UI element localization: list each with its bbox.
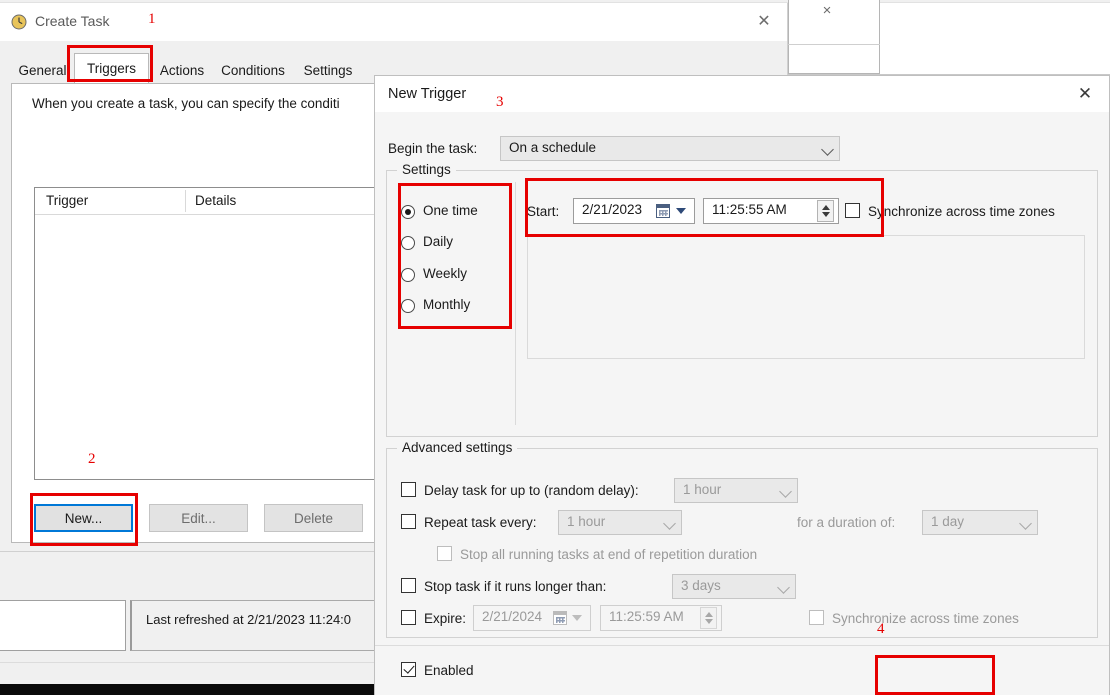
background-close-icon-a[interactable]: ×: [817, 2, 837, 20]
calendar-dropdown-icon[interactable]: [676, 208, 686, 214]
expire-sync-checkbox[interactable]: [809, 610, 824, 625]
start-time-field[interactable]: 11:25:55 AM: [703, 198, 839, 224]
delete-trigger-button[interactable]: Delete: [264, 504, 363, 532]
settings-group-title: Settings: [397, 162, 456, 177]
calendar-icon-expire[interactable]: [553, 611, 567, 625]
tab-conditions[interactable]: Conditions: [213, 58, 293, 83]
chevron-down-icon-delay: [779, 485, 792, 498]
new-trigger-title: New Trigger: [388, 86, 467, 102]
edit-trigger-button[interactable]: Edit...: [149, 504, 248, 532]
stop-task-select[interactable]: 3 days: [672, 574, 796, 599]
radio-daily-label: Daily: [423, 234, 454, 249]
delay-task-value: 1 hour: [683, 482, 722, 497]
stop-task-value: 3 days: [681, 578, 721, 593]
clock-icon: [11, 14, 27, 30]
delay-task-select[interactable]: 1 hour: [674, 478, 798, 503]
repeat-task-label: Repeat task every:: [424, 515, 537, 530]
chevron-down-icon: [821, 143, 834, 156]
annotation-number-3: 3: [496, 94, 504, 110]
repeat-task-checkbox[interactable]: [401, 514, 416, 529]
screen-root: × × Last refreshed at 2/21/2023 11:24:0 …: [0, 0, 1110, 695]
calendar-dropdown-icon-expire[interactable]: [572, 615, 582, 621]
repeat-duration-label: for a duration of:: [797, 515, 896, 530]
radio-monthly[interactable]: [401, 299, 415, 313]
repeat-interval-value: 1 hour: [567, 514, 606, 529]
expire-time-value: 11:25:59 AM: [609, 609, 684, 624]
begin-task-value: On a schedule: [509, 140, 597, 155]
spinner-down-icon[interactable]: [822, 212, 830, 217]
enabled-checkbox[interactable]: [401, 662, 416, 677]
repeat-duration-select[interactable]: 1 day: [922, 510, 1038, 535]
start-time-value: 11:25:55 AM: [712, 202, 787, 217]
tab-settings[interactable]: Settings: [293, 58, 363, 83]
radio-monthly-label: Monthly: [423, 297, 471, 312]
column-divider: [185, 190, 186, 212]
new-trigger-body: Begin the task: On a schedule Settings O…: [375, 112, 1109, 695]
expire-date-field[interactable]: 2/21/2024: [473, 605, 591, 631]
radio-one-time[interactable]: [401, 205, 415, 219]
last-refreshed-status: Last refreshed at 2/21/2023 11:24:0: [146, 612, 352, 627]
expire-label: Expire:: [424, 611, 467, 626]
create-task-title: Create Task: [35, 13, 110, 29]
expire-checkbox[interactable]: [401, 610, 416, 625]
start-time-spinner[interactable]: [817, 200, 834, 222]
spinner-up-icon[interactable]: [822, 205, 830, 210]
tab-actions[interactable]: Actions: [151, 58, 213, 83]
background-left-white-pane: [0, 600, 126, 651]
annotation-number-1: 1: [148, 11, 156, 27]
new-trigger-close-icon[interactable]: ✕: [1065, 80, 1105, 108]
new-trigger-button[interactable]: New...: [34, 504, 133, 532]
settings-vertical-divider: [515, 182, 516, 425]
column-header-details[interactable]: Details: [195, 193, 236, 208]
radio-weekly[interactable]: [401, 268, 415, 282]
new-trigger-dialog: New Trigger ✕ Begin the task: On a sched…: [374, 75, 1110, 695]
tab-triggers[interactable]: Triggers: [74, 53, 149, 83]
radio-weekly-label: Weekly: [423, 266, 468, 281]
radio-one-time-label: One time: [423, 203, 478, 218]
triggers-description: When you create a task, you can specify …: [32, 96, 340, 111]
expire-sync-label: Synchronize across time zones: [832, 611, 1019, 626]
expire-date-value: 2/21/2024: [482, 609, 543, 624]
radio-daily[interactable]: [401, 236, 415, 250]
begin-task-select[interactable]: On a schedule: [500, 136, 840, 161]
advanced-settings-group-title: Advanced settings: [397, 440, 518, 455]
chevron-down-icon-duration: [1019, 517, 1032, 530]
delay-task-label: Delay task for up to (random delay):: [424, 483, 639, 498]
new-trigger-footer-divider: [375, 645, 1109, 646]
spinner-down-icon-expire[interactable]: [705, 619, 713, 624]
stop-task-checkbox[interactable]: [401, 578, 416, 593]
calendar-icon[interactable]: [656, 204, 670, 218]
background-side-panel-row: [788, 44, 880, 74]
column-header-trigger[interactable]: Trigger: [46, 193, 88, 208]
create-task-titlebar: Create Task ✕: [0, 3, 787, 41]
schedule-detail-panel: [527, 235, 1085, 359]
chevron-down-icon-stop: [777, 581, 790, 594]
expire-time-spinner[interactable]: [700, 607, 717, 629]
stop-repetition-label: Stop all running tasks at end of repetit…: [460, 547, 758, 562]
begin-task-label: Begin the task:: [388, 141, 478, 156]
start-sync-label: Synchronize across time zones: [868, 204, 1055, 219]
repeat-duration-value: 1 day: [931, 514, 965, 529]
stop-task-label: Stop task if it runs longer than:: [424, 579, 607, 594]
start-sync-checkbox[interactable]: [845, 203, 860, 218]
annotation-number-4: 4: [877, 621, 885, 637]
enabled-label: Enabled: [424, 663, 474, 678]
delay-task-checkbox[interactable]: [401, 482, 416, 497]
tab-general[interactable]: General: [11, 58, 74, 83]
annotation-number-2: 2: [88, 451, 96, 467]
chevron-down-icon-repeat: [663, 517, 676, 530]
new-trigger-titlebar: New Trigger ✕: [375, 76, 1109, 112]
create-task-close-icon[interactable]: ✕: [748, 9, 780, 35]
start-label: Start:: [527, 204, 560, 219]
start-date-value: 2/21/2023: [582, 202, 643, 217]
start-date-field[interactable]: 2/21/2023: [573, 198, 695, 224]
expire-time-field[interactable]: 11:25:59 AM: [600, 605, 722, 631]
stop-repetition-checkbox[interactable]: [437, 546, 452, 561]
repeat-interval-select[interactable]: 1 hour: [558, 510, 682, 535]
spinner-up-icon-expire[interactable]: [705, 612, 713, 617]
